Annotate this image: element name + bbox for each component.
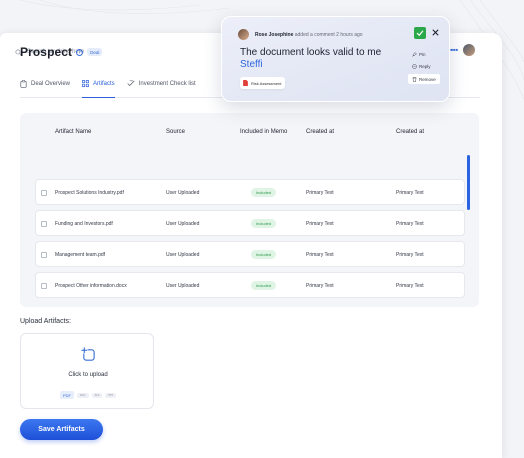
- column-header: Source: [166, 129, 186, 135]
- file-type-list: PDF DOC XLS PPT: [60, 391, 117, 399]
- comment-author: Rose Josephine: [255, 32, 294, 38]
- table-row[interactable]: Prospect Solutions Industry.pdf User Upl…: [35, 179, 465, 205]
- tab-label: Investment Check list: [138, 81, 196, 87]
- upload-icon: [81, 347, 95, 361]
- page-header: Prospect ? Deal: [20, 45, 103, 59]
- file-type-badge: XLS: [91, 392, 103, 398]
- reply-icon: [412, 63, 417, 69]
- created-at: Primary Text: [306, 283, 334, 289]
- column-header: Artifact Name: [55, 129, 92, 135]
- artifacts-table: Artifact Name Source Included in Memo Cr…: [20, 113, 479, 307]
- avatar[interactable]: [462, 43, 476, 57]
- created-at: Primary Text: [306, 252, 334, 258]
- table-row[interactable]: Management team.pdf User Uploaded Includ…: [35, 241, 465, 267]
- notification-header: Rose Josephine added a comment 2 hours a…: [255, 32, 363, 38]
- column-header: Included in Memo: [240, 129, 288, 135]
- upload-cta: Click to upload: [68, 372, 108, 378]
- tab-deal-overview[interactable]: Deal Overview: [20, 76, 70, 97]
- created-at: Primary Text: [396, 221, 424, 227]
- table-row[interactable]: Prospect Other information.docx User Upl…: [35, 272, 465, 298]
- status-badge: Deal: [87, 48, 103, 56]
- artifact-source: User Uploaded: [166, 221, 200, 227]
- pin-label: Pin: [419, 51, 426, 57]
- tab-label: Deal Overview: [31, 81, 71, 87]
- checklist-icon: [127, 80, 135, 86]
- row-checkbox[interactable]: [41, 189, 47, 196]
- resolve-button[interactable]: [414, 27, 426, 39]
- trash-icon: [412, 76, 417, 82]
- created-at: Primary Text: [396, 190, 424, 196]
- avatar: [238, 29, 249, 40]
- row-checkbox[interactable]: [41, 282, 47, 289]
- file-type-badge: DOC: [77, 392, 89, 398]
- grid-icon: [82, 80, 90, 87]
- pdf-file-icon: [243, 80, 248, 86]
- tab-investment-checklist[interactable]: Investment Check list: [127, 76, 196, 97]
- included-badge: Included: [251, 281, 277, 290]
- created-at: Primary Text: [306, 221, 334, 227]
- remove-button[interactable]: Remove: [408, 74, 440, 84]
- comment-meta: added a comment 2 hours ago: [294, 32, 363, 38]
- file-type-badge: PPT: [105, 392, 117, 398]
- included-badge: Included: [251, 188, 277, 197]
- included-badge: Included: [251, 250, 277, 259]
- attachment-chip[interactable]: Risk Assessment: [240, 77, 286, 89]
- created-at: Primary Text: [306, 190, 334, 196]
- row-checkbox[interactable]: [41, 220, 47, 227]
- column-header: Created at: [396, 129, 425, 135]
- artifact-name: Prospect Other information.docx: [55, 283, 127, 289]
- pin-button[interactable]: Pin: [408, 49, 430, 59]
- included-badge: Included: [251, 219, 277, 228]
- artifact-name: Prospect Solutions Industry.pdf: [55, 190, 124, 196]
- reply-label: Reply: [419, 63, 431, 69]
- user-mention[interactable]: Steffi: [240, 59, 263, 70]
- table-scrollbar[interactable]: [467, 155, 470, 210]
- check-icon: [416, 30, 424, 36]
- comment-notification: Rose Josephine added a comment 2 hours a…: [221, 16, 450, 102]
- tab-label: Artifacts: [93, 81, 115, 87]
- upload-section-label: Upload Artifacts:: [20, 318, 71, 325]
- save-artifacts-button[interactable]: Save Artifacts: [20, 419, 103, 440]
- artifact-source: User Uploaded: [166, 283, 200, 289]
- pin-icon: [412, 51, 417, 57]
- tab-artifacts[interactable]: Artifacts: [82, 76, 115, 98]
- table-header: Artifact Name Source Included in Memo Cr…: [20, 129, 460, 143]
- file-type-badge: PDF: [60, 391, 74, 399]
- comment-text: The document looks valid to me: [240, 47, 382, 58]
- page-title: Prospect: [20, 45, 73, 59]
- artifact-name: Management team.pdf: [55, 252, 106, 258]
- help-icon[interactable]: ?: [76, 48, 84, 56]
- attachment-label: Risk Assessment: [251, 80, 282, 86]
- artifact-name: Funding and Investors.pdf: [55, 221, 113, 227]
- comment-message: The document looks valid to me Steffi: [240, 47, 390, 70]
- artifact-source: User Uploaded: [166, 190, 200, 196]
- column-header: Created at: [306, 129, 335, 135]
- row-checkbox[interactable]: [41, 251, 47, 258]
- reply-button[interactable]: Reply: [408, 61, 435, 71]
- close-icon[interactable]: [431, 28, 440, 37]
- remove-label: Remove: [419, 76, 436, 82]
- table-row[interactable]: Funding and Investors.pdf User Uploaded …: [35, 210, 465, 236]
- created-at: Primary Text: [396, 283, 424, 289]
- clipboard-icon: [20, 80, 27, 88]
- artifact-source: User Uploaded: [166, 252, 200, 258]
- created-at: Primary Text: [396, 252, 424, 258]
- upload-dropzone[interactable]: Click to upload PDF DOC XLS PPT: [20, 333, 154, 409]
